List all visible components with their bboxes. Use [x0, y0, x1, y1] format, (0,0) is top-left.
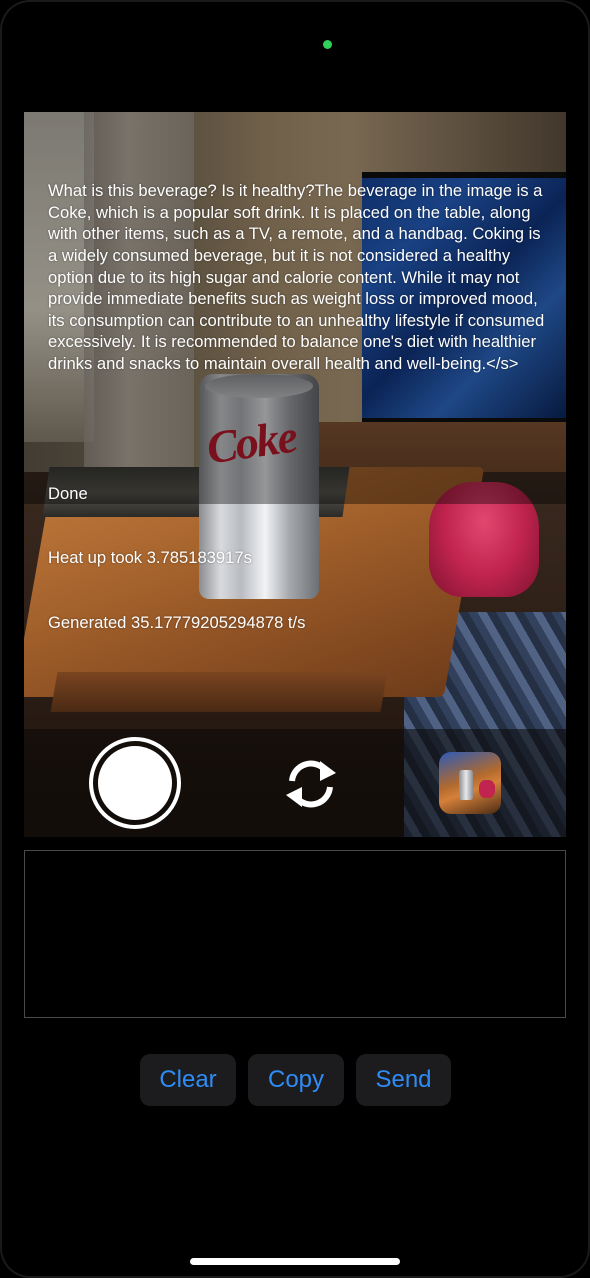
flip-camera-button[interactable]: [276, 749, 346, 819]
model-output: What is this beverage? Is it healthy?The…: [48, 137, 548, 677]
response-text: What is this beverage? Is it healthy?The…: [48, 181, 549, 373]
thumbnail-pouf: [479, 780, 495, 798]
camera-in-use-indicator: [323, 40, 332, 49]
shutter-button[interactable]: [89, 737, 181, 829]
scene-table-edge: [50, 672, 388, 712]
status-text: Done: [48, 483, 88, 503]
flip-camera-icon: [286, 760, 336, 808]
generation-speed: Generated 35.17779205294878 t/s: [48, 613, 306, 633]
photo-thumbnail-button[interactable]: [439, 752, 501, 814]
send-button[interactable]: Send: [356, 1054, 451, 1106]
camera-controls: [24, 729, 566, 837]
home-indicator[interactable]: [190, 1258, 400, 1265]
copy-button[interactable]: Copy: [248, 1054, 344, 1106]
thumbnail-can: [459, 770, 473, 800]
prompt-input[interactable]: [24, 850, 566, 1018]
action-buttons: Clear Copy Send: [140, 1054, 451, 1106]
clear-button[interactable]: Clear: [140, 1054, 236, 1106]
shutter-icon: [98, 746, 172, 820]
heat-up-time: Heat up took 3.785183917s: [48, 548, 252, 568]
